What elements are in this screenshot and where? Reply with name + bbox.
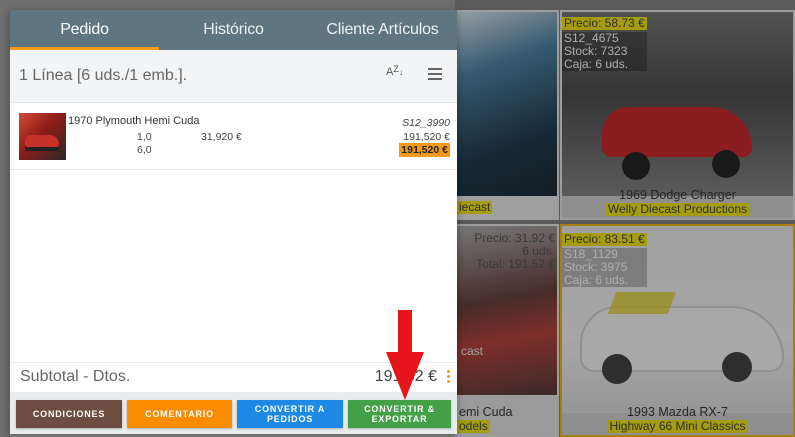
list-menu-icon[interactable] [428,65,442,83]
product-card-dark-car[interactable]: iecast [455,10,559,220]
tab-pedido[interactable]: Pedido [10,10,159,50]
product-left-tail: cast [461,344,484,358]
cart-total: Total: 191.52 € [476,257,555,271]
product-box: Caja: 6 uds. [562,274,647,287]
lines-summary: 1 Línea [6 uds./1 emb.]. [19,67,188,84]
button-label: COMENTARIO [145,409,214,419]
condiciones-button[interactable]: CONDICIONES [16,400,122,428]
product-name: 1993 Mazda RX-7 [627,405,728,419]
button-label: CONDICIONES [32,409,106,419]
order-line-item[interactable]: 1970 Plymouth Hemi Cuda 1,0 6,0 31,920 €… [10,103,457,170]
item-qty: 1,0 [137,131,152,143]
product-card-hemi-cuda[interactable]: Precio: 31.92 € 6 uds. Total: 191.52 € c… [455,224,559,437]
product-name: 1969 Dodge Charger [619,188,736,202]
item-units: 6,0 [137,144,152,156]
item-name: 1970 Plymouth Hemi Cuda [68,115,200,127]
convertir-exportar-button[interactable]: CONVERTIR & EXPORTAR [348,400,451,428]
product-thumbnail [19,113,66,160]
tab-cliente-articulos[interactable]: Cliente Artículos [308,10,457,50]
product-price: Precio: 83.51 € [562,232,647,246]
button-label: CONVERTIR A PEDIDOS [254,404,326,424]
item-unit-price: 31,920 € [201,131,242,143]
button-label: CONVERTIR & EXPORTAR [364,404,435,424]
product-grid: iecast Precio: 58.73 € S12_4675 Stock: 7… [455,0,795,437]
product-card-mazda-rx7[interactable]: Precio: 83.51 € S18_1129 Stock: 3975 Caj… [560,224,795,437]
comentario-button[interactable]: COMENTARIO [127,400,232,428]
product-caption-tail: iecast [457,200,493,214]
scrim-left [0,0,10,437]
product-box: Caja: 6 uds. [562,58,647,71]
tab-bar: Pedido Histórico Cliente Artículos [10,10,457,50]
convertir-a-pedidos-button[interactable]: CONVERTIR A PEDIDOS [237,400,343,428]
order-summary-bar: 1 Línea [6 uds./1 emb.]. AZ↓ [10,50,457,103]
more-vert-icon[interactable] [447,370,450,385]
product-vendor-tail: odels [457,419,490,433]
tab-historico[interactable]: Histórico [159,10,308,50]
item-code: S12_3990 [402,117,450,129]
tab-label: Pedido [60,21,109,38]
red-arrow-annotation [386,310,424,400]
product-vendor: Welly Diecast Productions [605,202,750,216]
item-total: 191,520 € [399,143,450,157]
scrim-top [0,0,455,10]
product-price: Precio: 58.73 € [562,16,647,30]
item-price: 191,520 € [403,131,450,143]
sort-az-icon[interactable]: AZ↓ [386,64,403,78]
product-name-tail: emi Cuda [459,405,513,419]
subtotal-label: Subtotal - Dtos. [20,368,131,385]
product-card-dodge-charger[interactable]: Precio: 58.73 € S12_4675 Stock: 7323 Caj… [560,10,795,220]
tab-label: Histórico [203,21,264,38]
tab-label: Cliente Artículos [326,21,439,38]
product-vendor: Highway 66 Mini Classics [607,419,748,433]
